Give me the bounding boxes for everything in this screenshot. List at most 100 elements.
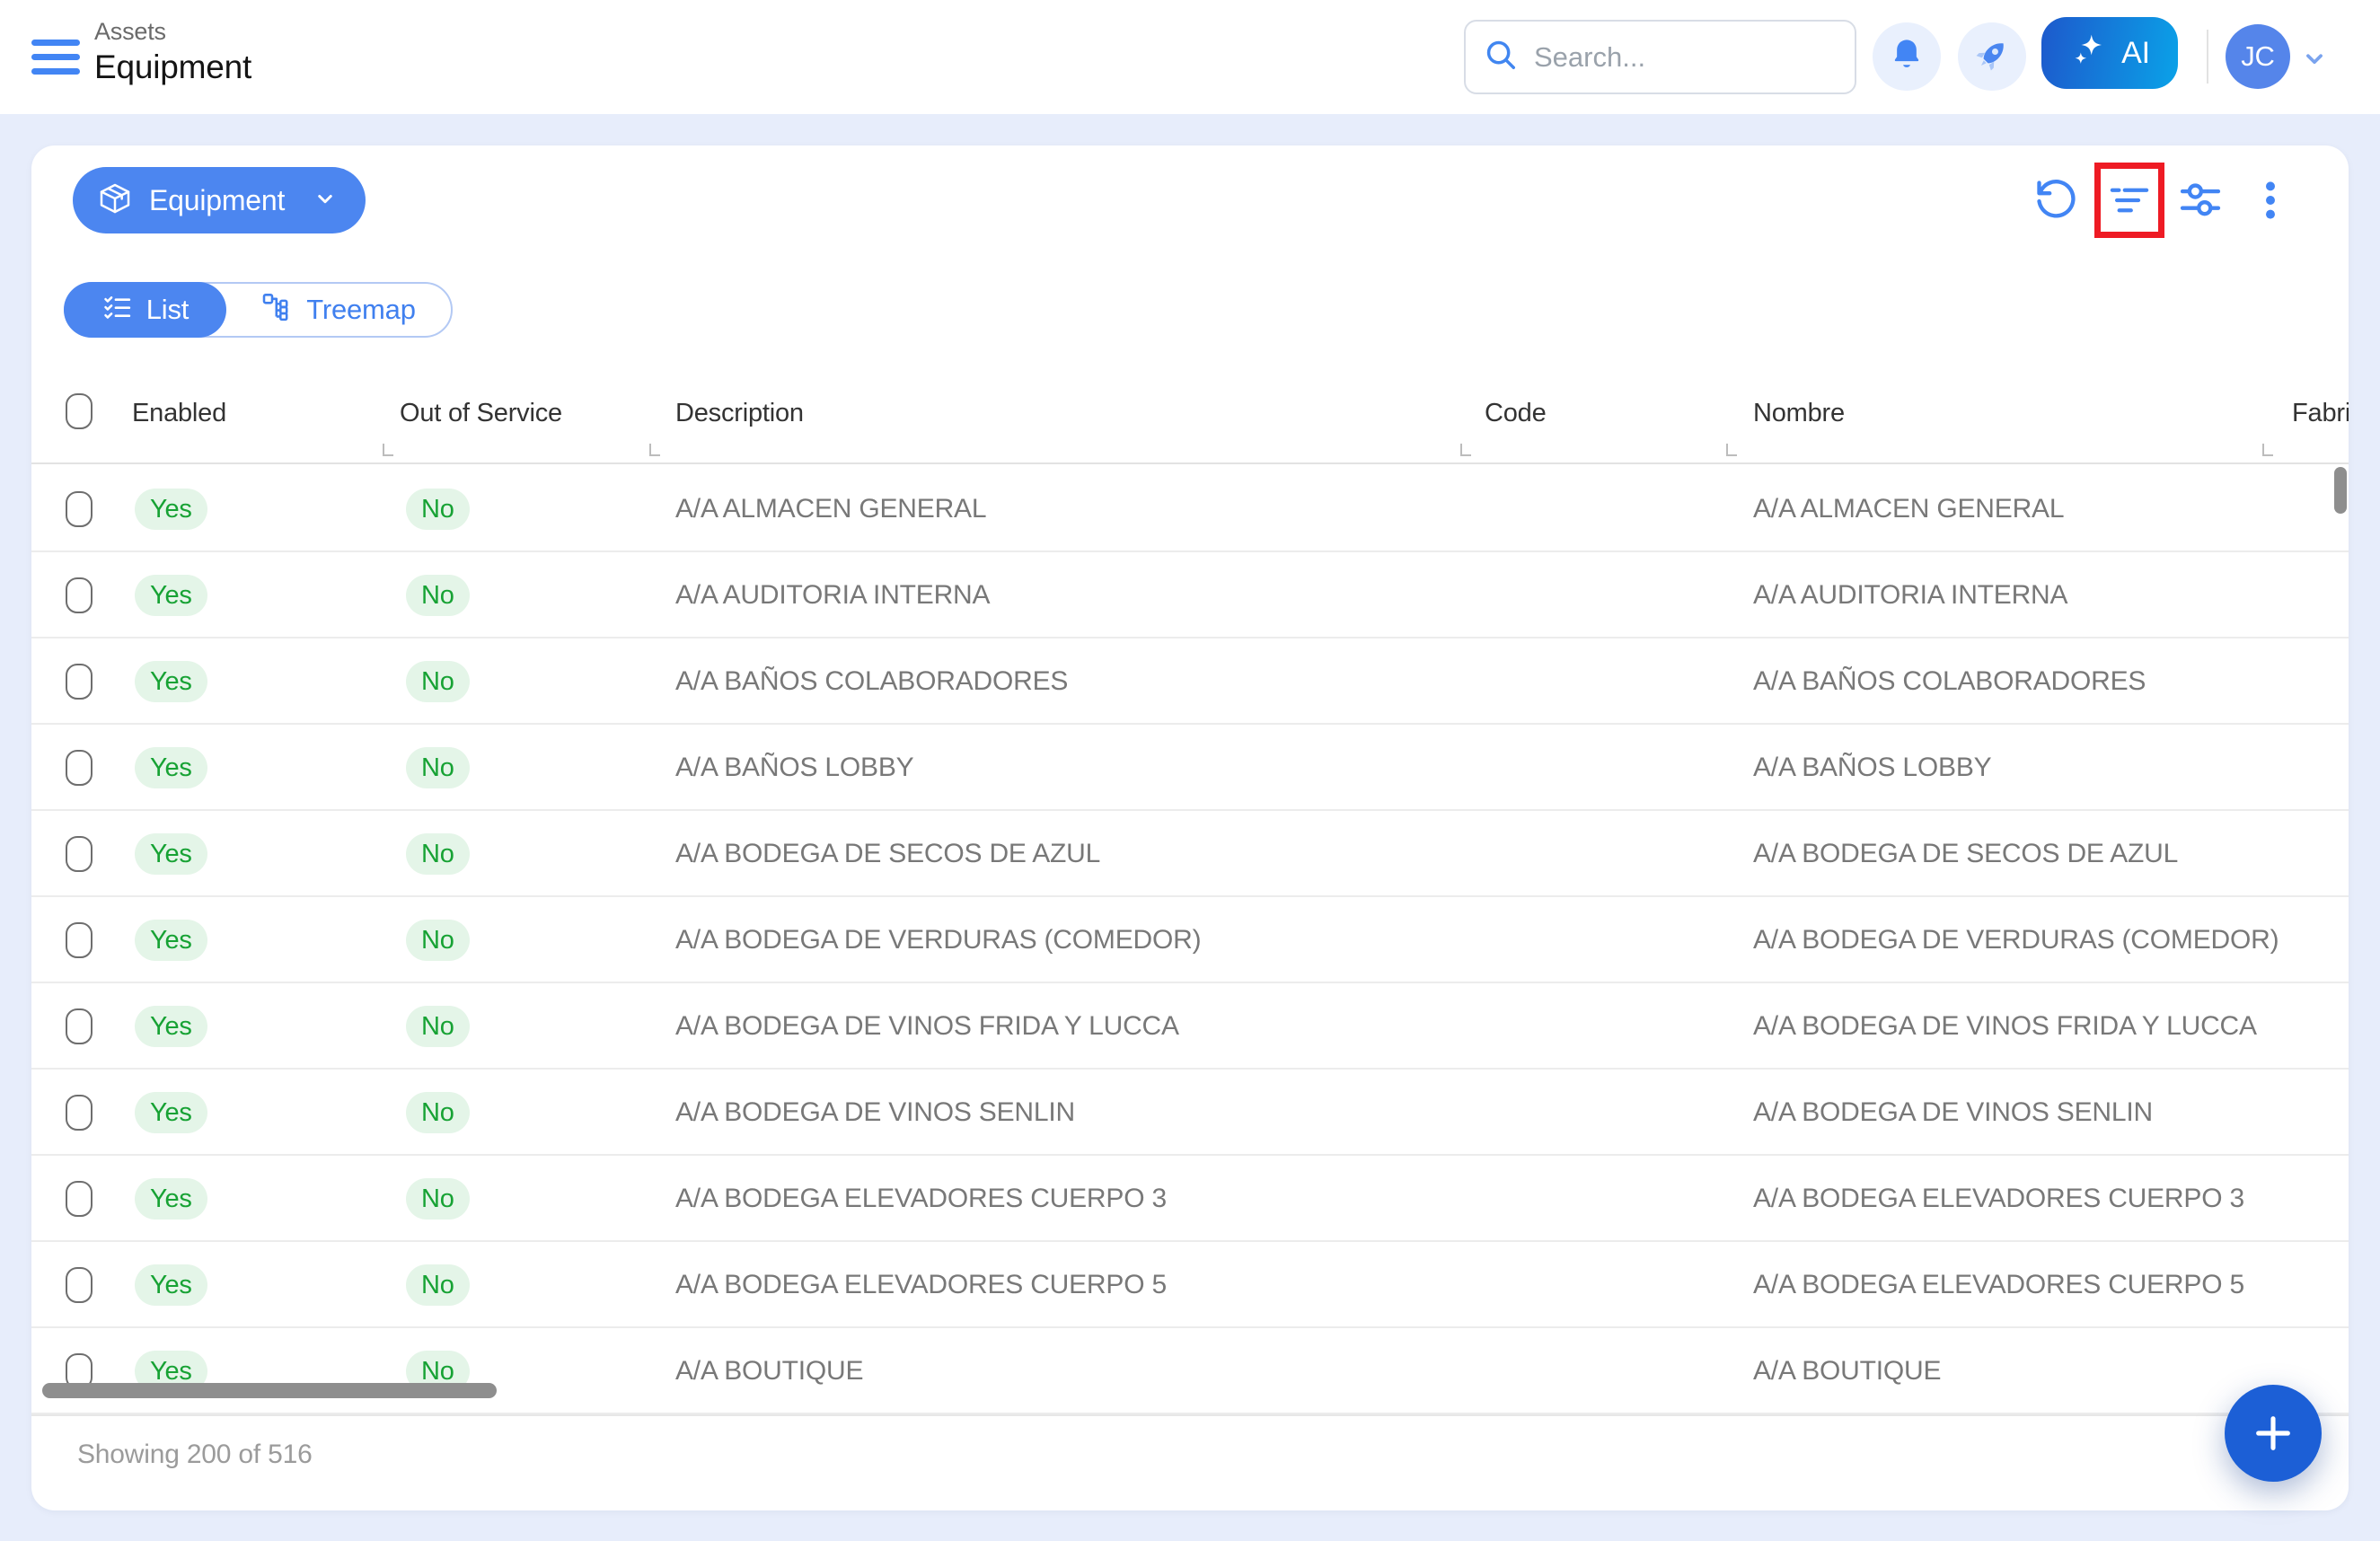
out-of-service-badge: No [406, 489, 470, 530]
table-row[interactable]: Yes No A/A BODEGA DE VINOS SENLIN A/A BO… [31, 1070, 2349, 1156]
breadcrumb-section[interactable]: Assets [94, 16, 251, 47]
out-of-service-badge: No [406, 1264, 470, 1306]
tab-treemap-label: Treemap [306, 294, 416, 326]
tab-list[interactable]: List [64, 282, 226, 338]
horizontal-scrollbar-thumb[interactable] [42, 1383, 497, 1398]
column-header-nombre[interactable]: Nombre [1753, 397, 1845, 429]
description-cell: A/A BODEGA DE SECOS DE AZUL [675, 837, 1100, 871]
nombre-cell: A/A BODEGA DE VERDURAS (COMEDOR) [1753, 923, 2279, 957]
column-header-enabled[interactable]: Enabled [132, 397, 226, 429]
column-resize-handle[interactable] [2262, 444, 2273, 456]
table-row[interactable]: Yes No A/A BODEGA DE VINOS FRIDA Y LUCCA… [31, 983, 2349, 1070]
enabled-badge: Yes [135, 833, 207, 875]
column-resize-handle[interactable] [1460, 444, 1471, 456]
nombre-cell: A/A BOUTIQUE [1753, 1354, 1941, 1388]
search-input[interactable] [1534, 41, 1837, 74]
column-resize-handle[interactable] [649, 444, 660, 456]
nombre-cell: A/A BODEGA DE VINOS SENLIN [1753, 1096, 2153, 1130]
nombre-cell: A/A ALMACEN GENERAL [1753, 492, 2064, 526]
refresh-button[interactable] [2032, 175, 2082, 225]
column-settings-button[interactable] [2175, 175, 2226, 225]
ai-assistant-button[interactable]: AI [2041, 17, 2178, 89]
table-row[interactable]: Yes No A/A ALMACEN GENERAL A/A ALMACEN G… [31, 466, 2349, 552]
bell-icon [1888, 36, 1926, 78]
entity-selector-button[interactable]: Equipment [73, 167, 366, 233]
out-of-service-badge: No [406, 1092, 470, 1133]
enabled-badge: Yes [135, 1264, 207, 1306]
row-checkbox[interactable] [66, 836, 93, 872]
ai-button-label: AI [2121, 36, 2150, 71]
search-box[interactable] [1464, 20, 1856, 94]
table-row[interactable]: Yes No A/A BAÑOS LOBBY A/A BAÑOS LOBBY [31, 725, 2349, 811]
row-checkbox[interactable] [66, 491, 93, 527]
tune-icon [2177, 177, 2224, 224]
column-resize-handle[interactable] [383, 444, 393, 456]
row-checkbox[interactable] [66, 750, 93, 786]
row-checkbox[interactable] [66, 577, 93, 613]
kebab-menu-icon [2247, 177, 2294, 224]
treemap-icon [261, 292, 294, 329]
row-checkbox[interactable] [66, 1267, 93, 1303]
description-cell: A/A BAÑOS COLABORADORES [675, 665, 1068, 699]
row-checkbox[interactable] [66, 922, 93, 958]
checklist-icon [101, 292, 134, 329]
nombre-cell: A/A BODEGA ELEVADORES CUERPO 5 [1753, 1268, 2244, 1302]
table-row[interactable]: Yes No A/A BODEGA ELEVADORES CUERPO 5 A/… [31, 1242, 2349, 1328]
hamburger-menu-icon[interactable] [31, 40, 80, 75]
row-checkbox[interactable] [66, 1181, 93, 1217]
out-of-service-badge: No [406, 833, 470, 875]
table-row[interactable]: Yes No A/A BOUTIQUE A/A BOUTIQUE [31, 1328, 2349, 1414]
nombre-cell: A/A AUDITORIA INTERNA [1753, 578, 2067, 612]
filter-button[interactable] [2104, 175, 2155, 225]
app-bar: Assets Equipment [0, 0, 2380, 114]
out-of-service-badge: No [406, 575, 470, 616]
out-of-service-badge: No [406, 747, 470, 788]
filter-icon [2106, 177, 2153, 224]
column-header-description[interactable]: Description [675, 397, 804, 429]
nombre-cell: A/A BODEGA DE VINOS FRIDA Y LUCCA [1753, 1009, 2257, 1043]
breadcrumb: Assets Equipment [94, 16, 251, 88]
table-row[interactable]: Yes No A/A BODEGA DE SECOS DE AZUL A/A B… [31, 811, 2349, 897]
table-header: Enabled Out of Service Description Code … [31, 377, 2349, 464]
search-icon [1484, 38, 1518, 76]
description-cell: A/A ALMACEN GENERAL [675, 492, 986, 526]
rocket-button[interactable] [1958, 22, 2026, 91]
column-header-out-of-service[interactable]: Out of Service [400, 397, 562, 429]
enabled-badge: Yes [135, 747, 207, 788]
nombre-cell: A/A BODEGA ELEVADORES CUERPO 3 [1753, 1182, 2244, 1216]
add-equipment-button[interactable] [2225, 1385, 2322, 1482]
user-avatar[interactable]: JC [2226, 24, 2290, 89]
table-row[interactable]: Yes No A/A BODEGA DE VERDURAS (COMEDOR) … [31, 897, 2349, 983]
row-checkbox[interactable] [66, 664, 93, 700]
tab-list-label: List [146, 294, 189, 326]
table-row[interactable]: Yes No A/A AUDITORIA INTERNA A/A AUDITOR… [31, 552, 2349, 638]
refresh-icon [2033, 177, 2080, 224]
out-of-service-badge: No [406, 661, 470, 702]
more-options-button[interactable] [2245, 175, 2296, 225]
footer-divider [31, 1414, 2349, 1416]
row-checkbox[interactable] [66, 1095, 93, 1131]
description-cell: A/A BODEGA DE VINOS SENLIN [675, 1096, 1075, 1130]
chevron-down-icon[interactable] [2299, 43, 2330, 78]
column-header-code[interactable]: Code [1485, 397, 1547, 429]
description-cell: A/A AUDITORIA INTERNA [675, 578, 990, 612]
out-of-service-badge: No [406, 920, 470, 961]
table-row[interactable]: Yes No A/A BODEGA ELEVADORES CUERPO 3 A/… [31, 1156, 2349, 1242]
enabled-badge: Yes [135, 575, 207, 616]
enabled-badge: Yes [135, 1092, 207, 1133]
chevron-down-icon [312, 185, 339, 216]
row-count-summary: Showing 200 of 516 [77, 1439, 313, 1471]
sparkle-icon [2069, 31, 2109, 75]
column-resize-handle[interactable] [1726, 444, 1737, 456]
table-rows: Yes No A/A ALMACEN GENERAL A/A ALMACEN G… [31, 466, 2349, 1414]
notifications-button[interactable] [1873, 22, 1941, 91]
vertical-scrollbar-thumb[interactable] [2334, 467, 2347, 514]
tab-treemap[interactable]: Treemap [226, 284, 451, 336]
column-header-fabric[interactable]: Fabric [2292, 397, 2349, 429]
row-checkbox[interactable] [66, 1008, 93, 1044]
enabled-badge: Yes [135, 1178, 207, 1220]
description-cell: A/A BODEGA DE VINOS FRIDA Y LUCCA [675, 1009, 1179, 1043]
select-all-checkbox[interactable] [66, 393, 93, 429]
table-row[interactable]: Yes No A/A BAÑOS COLABORADORES A/A BAÑOS… [31, 638, 2349, 725]
nombre-cell: A/A BAÑOS COLABORADORES [1753, 665, 2146, 699]
